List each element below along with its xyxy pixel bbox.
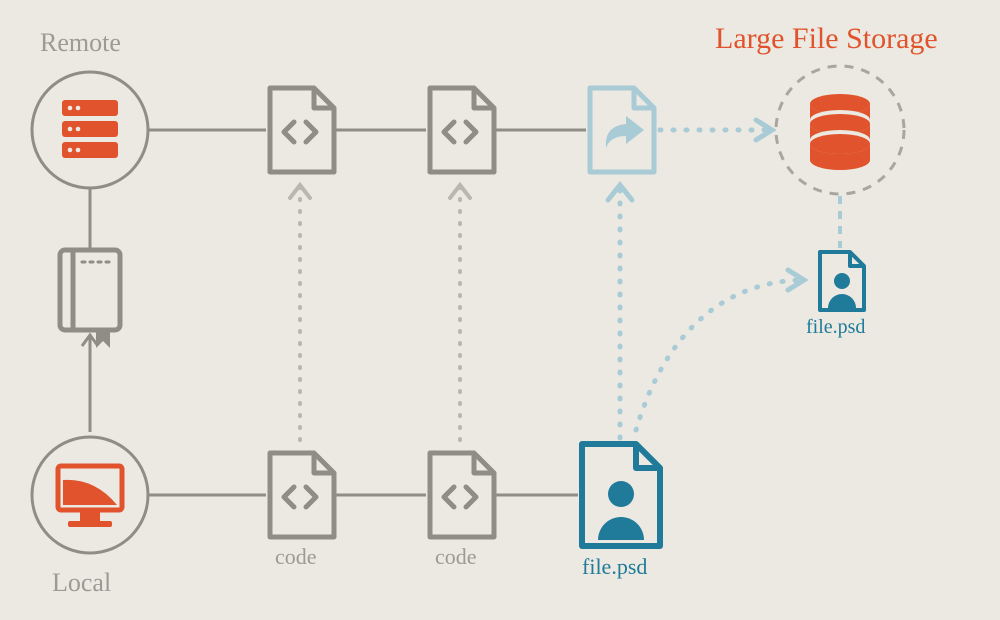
- pointer-file-icon: [590, 88, 654, 172]
- code-label: code: [435, 544, 477, 570]
- code-file-icon: [430, 453, 494, 537]
- code-file-icon: [430, 88, 494, 172]
- filepsd-label: file.psd: [582, 554, 647, 580]
- local-label: Local: [52, 568, 111, 598]
- local-node: [32, 437, 148, 553]
- filepsd-small-label: file.psd: [806, 316, 865, 339]
- code-file-icon: [270, 88, 334, 172]
- remote-node: [32, 72, 148, 188]
- storage-node: [776, 66, 904, 194]
- image-file-icon: [582, 444, 660, 546]
- code-file-icon: [270, 453, 334, 537]
- database-icon: [810, 94, 870, 170]
- lfs-title-label: Large File Storage: [715, 22, 938, 56]
- image-file-small-icon: [820, 252, 864, 310]
- server-icon: [62, 100, 118, 158]
- remote-label: Remote: [40, 28, 121, 58]
- code-label: code: [275, 544, 317, 570]
- diagram-connectors: [0, 0, 1000, 620]
